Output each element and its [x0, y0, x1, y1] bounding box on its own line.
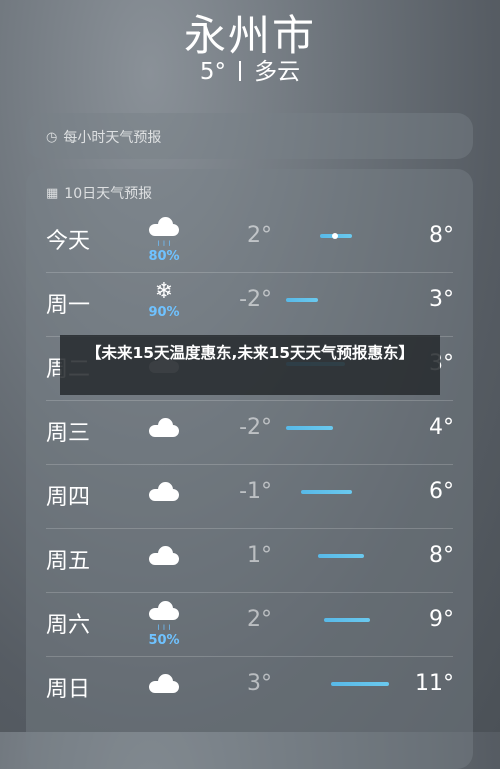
temp-range-bar	[286, 298, 318, 302]
temp-range-track	[276, 298, 402, 302]
hourly-forecast-title: 每小时天气预报	[63, 130, 162, 146]
cloud-icon	[144, 469, 184, 505]
forecast-day: 周三	[46, 421, 91, 446]
temp-range-bar	[331, 682, 390, 686]
forecast-row[interactable]: 周五 1° 8°	[26, 529, 473, 593]
banner-text: 【未来15天温度惠东,未来15天天气预报惠东】	[85, 344, 415, 362]
forecast-row[interactable]: 周六 ╵╵╵ 50% 2° 9°	[26, 593, 473, 657]
temp-range-bar	[286, 426, 333, 430]
forecast-row[interactable]: 周三 -2° 4°	[26, 401, 473, 465]
high-temp: 3°	[429, 287, 454, 312]
low-temp: 2°	[247, 607, 272, 632]
forecast-day: 周日	[46, 677, 91, 702]
temp-range-track	[276, 682, 402, 686]
current-condition: 多云	[254, 59, 301, 85]
temp-range-track	[276, 554, 402, 558]
precip-chance: 50%	[148, 633, 180, 648]
temp-range-bar	[323, 618, 371, 622]
temp-range-track	[276, 618, 402, 622]
cloud-icon	[144, 405, 184, 441]
low-temp: 2°	[247, 223, 272, 248]
forecast-row[interactable]: 周一 ❄ 90% -2° 3°	[26, 273, 473, 337]
high-temp: 4°	[429, 415, 454, 440]
forecast-day: 今天	[46, 229, 91, 254]
current-temp: 5°	[199, 59, 227, 85]
temp-range-bar	[317, 554, 365, 558]
hourly-forecast-card[interactable]: ◷ 每小时天气预报	[26, 113, 473, 159]
temp-range-track	[276, 233, 402, 239]
cloud-rain-icon: ╵╵╵ 80%	[144, 213, 184, 264]
separator	[239, 61, 242, 81]
forecast-day: 周一	[46, 293, 91, 318]
cloud-icon	[144, 533, 184, 569]
forecast-row[interactable]: 今天 ╵╵╵ 80% 2° 8°	[26, 209, 473, 273]
low-temp: 1°	[247, 543, 272, 568]
low-temp: -2°	[239, 287, 272, 312]
high-temp: 6°	[429, 479, 454, 504]
current-temp-dot	[332, 233, 339, 239]
cloud-rain-icon: ╵╵╵ 50%	[144, 597, 184, 648]
hourly-forecast-header: ◷ 每小时天气预报	[46, 127, 161, 147]
calendar-icon: ▦	[46, 185, 59, 201]
low-temp: -1°	[239, 479, 272, 504]
forecast-day: 周六	[46, 613, 91, 638]
high-temp: 8°	[429, 543, 454, 568]
clock-icon: ◷	[46, 129, 58, 145]
low-temp: 3°	[247, 671, 272, 696]
article-title-banner: 【未来15天温度惠东,未来15天天气预报惠东】	[60, 335, 440, 395]
daily-forecast-header: ▦ 10日天气预报	[46, 183, 152, 203]
daily-forecast-card[interactable]: ▦ 10日天气预报 今天╵╵╵80%2°8°周一❄90%-2°3°周二3°周三-…	[26, 169, 473, 769]
forecast-day: 周五	[46, 549, 91, 574]
high-temp: 9°	[429, 607, 454, 632]
high-temp: 11°	[415, 671, 454, 696]
cloud-icon	[144, 661, 184, 697]
precip-chance: 80%	[148, 249, 180, 264]
temp-range-track	[276, 490, 402, 494]
forecast-day: 周四	[46, 485, 91, 510]
snowflake-icon: ❄ 90%	[144, 277, 184, 320]
high-temp: 8°	[429, 223, 454, 248]
precip-chance: 90%	[148, 305, 180, 320]
temp-range-track	[276, 426, 402, 430]
temp-range-bar	[301, 490, 352, 494]
daily-forecast-title: 10日天气预报	[64, 186, 153, 202]
forecast-row[interactable]: 周日 3° 11°	[26, 657, 473, 721]
low-temp: -2°	[239, 415, 272, 440]
forecast-row[interactable]: 周四 -1° 6°	[26, 465, 473, 529]
current-conditions: 5° 多云	[0, 52, 500, 86]
